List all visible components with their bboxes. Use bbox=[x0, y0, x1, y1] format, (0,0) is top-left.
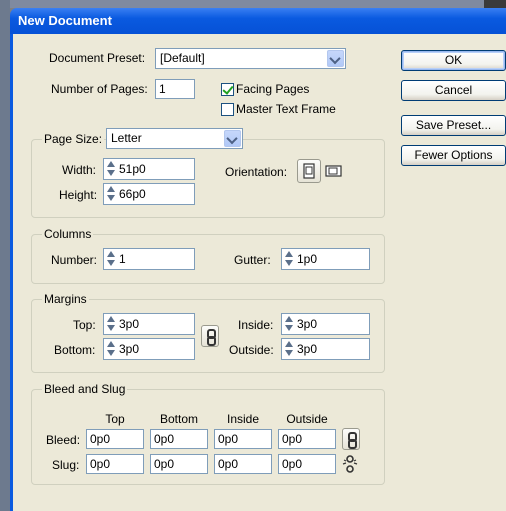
outside-margin-label: Outside: bbox=[229, 343, 274, 357]
height-value: 66p0 bbox=[119, 187, 146, 201]
ok-button[interactable]: OK bbox=[401, 50, 506, 71]
broken-chain-icon[interactable] bbox=[342, 455, 358, 473]
gutter-stepper[interactable]: 1p0 bbox=[281, 248, 370, 270]
columns-number-label: Number: bbox=[51, 253, 98, 267]
stepper-arrows-icon[interactable] bbox=[106, 185, 116, 203]
slug-top-input[interactable]: 0p0 bbox=[86, 454, 144, 474]
document-preset-label: Document Preset: bbox=[49, 51, 146, 65]
master-text-frame-label: Master Text Frame bbox=[236, 102, 336, 116]
bleed-header-top: Top bbox=[105, 412, 125, 426]
bottom-margin-stepper[interactable]: 3p0 bbox=[103, 338, 195, 360]
slug-bottom-input[interactable]: 0p0 bbox=[150, 454, 208, 474]
portrait-orientation-icon[interactable] bbox=[297, 159, 321, 183]
stepper-arrows-icon[interactable] bbox=[284, 315, 294, 333]
chain-link-icon[interactable] bbox=[342, 428, 360, 450]
number-of-pages-input[interactable]: 1 bbox=[155, 79, 195, 99]
top-margin-stepper[interactable]: 3p0 bbox=[103, 313, 195, 335]
width-value: 51p0 bbox=[119, 162, 146, 176]
chevron-down-icon[interactable] bbox=[327, 50, 344, 67]
new-document-dialog: New Document Document Preset: [Default] … bbox=[0, 0, 506, 511]
outside-margin-stepper[interactable]: 3p0 bbox=[281, 338, 370, 360]
stepper-arrows-icon[interactable] bbox=[106, 250, 116, 268]
stepper-arrows-icon[interactable] bbox=[106, 340, 116, 358]
window-title: New Document bbox=[18, 13, 112, 28]
top-margin-value: 3p0 bbox=[119, 317, 140, 331]
width-stepper[interactable]: 51p0 bbox=[103, 158, 195, 180]
cancel-button[interactable]: Cancel bbox=[401, 80, 506, 101]
bleed-inside-input[interactable]: 0p0 bbox=[214, 429, 272, 449]
orientation-label: Orientation: bbox=[225, 165, 288, 179]
background-area bbox=[0, 0, 506, 8]
gutter-value: 1p0 bbox=[297, 252, 318, 266]
margins-title: Margins bbox=[42, 292, 89, 306]
slug-inside-input[interactable]: 0p0 bbox=[214, 454, 272, 474]
stepper-arrows-icon[interactable] bbox=[106, 160, 116, 178]
document-preset-select[interactable]: [Default] bbox=[155, 48, 346, 69]
stepper-arrows-icon[interactable] bbox=[284, 340, 294, 358]
page-size-label: Page Size: bbox=[42, 132, 105, 146]
slug-outside-input[interactable]: 0p0 bbox=[278, 454, 336, 474]
page-size-select[interactable]: Letter bbox=[106, 128, 243, 149]
bottom-margin-value: 3p0 bbox=[119, 342, 140, 356]
chain-link-icon[interactable] bbox=[201, 325, 219, 347]
bleed-label: Bleed: bbox=[46, 433, 81, 447]
chevron-down-icon[interactable] bbox=[224, 130, 241, 147]
landscape-orientation-icon[interactable] bbox=[323, 161, 345, 181]
bleed-slug-title: Bleed and Slug bbox=[42, 382, 128, 396]
columns-number-stepper[interactable]: 1 bbox=[103, 248, 195, 270]
background-area-dark bbox=[484, 0, 506, 8]
master-text-frame-checkbox[interactable] bbox=[221, 103, 234, 116]
save-preset-button[interactable]: Save Preset... bbox=[401, 115, 506, 136]
facing-pages-label: Facing Pages bbox=[236, 82, 310, 96]
bleed-header-outside: Outside bbox=[286, 412, 328, 426]
bleed-header-bottom: Bottom bbox=[159, 412, 198, 426]
bleed-bottom-input[interactable]: 0p0 bbox=[150, 429, 208, 449]
top-margin-label: Top: bbox=[73, 318, 96, 332]
width-label: Width: bbox=[62, 163, 97, 177]
height-label: Height: bbox=[59, 188, 98, 202]
fewer-options-button[interactable]: Fewer Options bbox=[401, 145, 506, 166]
page-size-value: Letter bbox=[111, 131, 142, 145]
bleed-header-inside: Inside bbox=[226, 412, 260, 426]
gutter-label: Gutter: bbox=[234, 253, 271, 267]
slug-label: Slug: bbox=[52, 458, 80, 472]
inside-margin-value: 3p0 bbox=[297, 317, 318, 331]
facing-pages-checkbox[interactable] bbox=[221, 83, 234, 96]
title-bar[interactable]: New Document bbox=[10, 8, 506, 34]
inside-margin-stepper[interactable]: 3p0 bbox=[281, 313, 370, 335]
stepper-arrows-icon[interactable] bbox=[284, 250, 294, 268]
number-of-pages-label: Number of Pages: bbox=[51, 82, 148, 96]
stepper-arrows-icon[interactable] bbox=[106, 315, 116, 333]
bottom-margin-label: Bottom: bbox=[54, 343, 96, 357]
height-stepper[interactable]: 66p0 bbox=[103, 183, 195, 205]
bleed-top-input[interactable]: 0p0 bbox=[86, 429, 144, 449]
document-preset-value: [Default] bbox=[160, 51, 205, 65]
outside-margin-value: 3p0 bbox=[297, 342, 318, 356]
columns-number-value: 1 bbox=[119, 252, 126, 266]
inside-margin-label: Inside: bbox=[238, 318, 274, 332]
bleed-outside-input[interactable]: 0p0 bbox=[278, 429, 336, 449]
background-area-left bbox=[0, 0, 10, 511]
columns-title: Columns bbox=[42, 227, 94, 241]
